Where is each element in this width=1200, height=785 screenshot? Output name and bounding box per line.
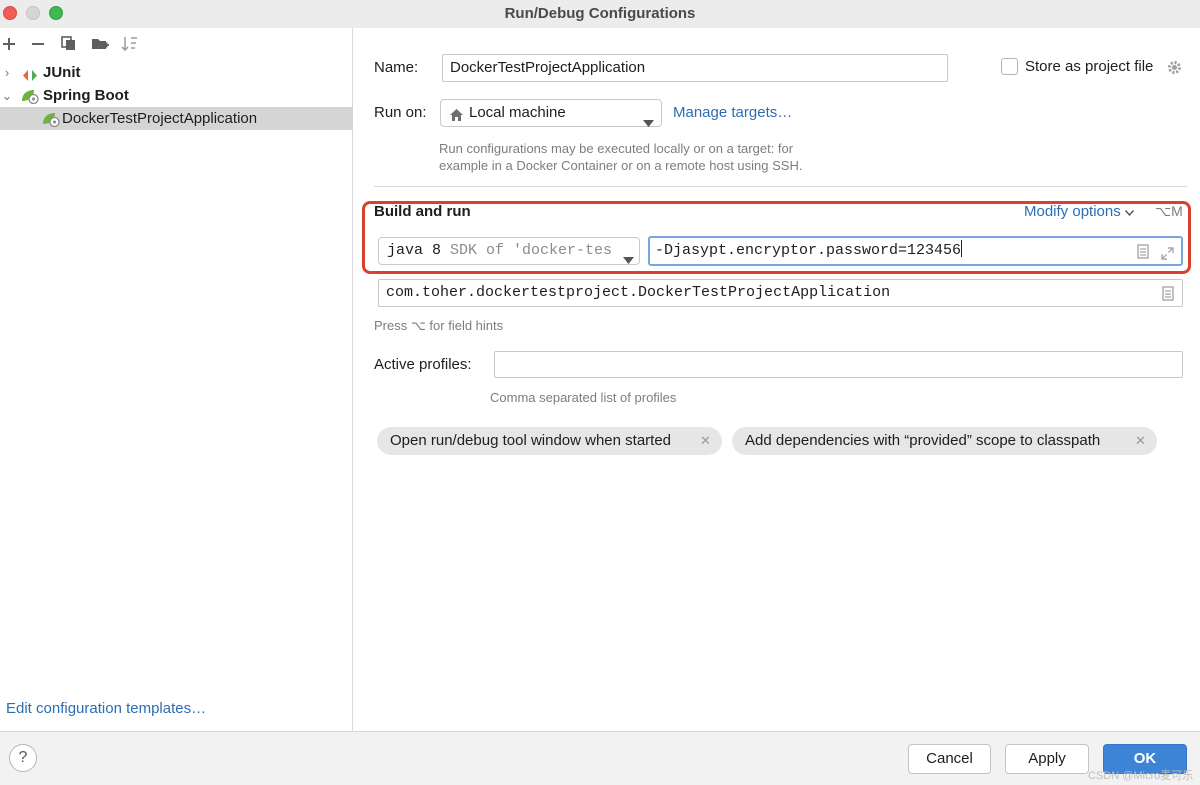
- minus-icon[interactable]: [30, 36, 46, 54]
- tree-item-label: JUnit: [43, 64, 81, 81]
- active-profiles-label: Active profiles:: [374, 356, 472, 373]
- dropdown-arrow-icon: [643, 110, 654, 136]
- field-hints-text: Press ⌥ for field hints: [374, 318, 504, 333]
- plus-icon[interactable]: [1, 36, 17, 54]
- modify-options-link[interactable]: Modify options: [1024, 203, 1134, 220]
- jdk-select[interactable]: java 8 SDK of 'docker-tes: [378, 237, 640, 265]
- active-profiles-hint: Comma separated list of profiles: [490, 390, 677, 405]
- modify-options-shortcut: ⌥M: [1155, 203, 1183, 219]
- option-chip-label: Open run/debug tool window when started: [390, 432, 672, 449]
- close-icon[interactable]: ✕: [700, 427, 711, 455]
- dropdown-arrow-icon: [623, 248, 637, 264]
- name-field[interactable]: DockerTestProjectApplication: [442, 54, 948, 82]
- section-divider: [374, 186, 1187, 187]
- active-profiles-field[interactable]: [494, 351, 1183, 378]
- tree-item-label: DockerTestProjectApplication: [62, 110, 258, 127]
- expand-icon[interactable]: [1161, 244, 1174, 270]
- manage-targets-link[interactable]: Manage targets…: [673, 104, 792, 121]
- main-class-field[interactable]: com.toher.dockertestproject.DockerTestPr…: [378, 279, 1183, 307]
- document-icon[interactable]: [1162, 285, 1174, 311]
- modify-options-label: Modify options: [1024, 203, 1121, 220]
- name-label: Name:: [374, 59, 419, 76]
- copy-icon[interactable]: [60, 36, 76, 54]
- edit-configuration-templates-link[interactable]: Edit configuration templates…: [6, 700, 206, 717]
- main-class-value: com.toher.dockertestproject.DockerTestPr…: [386, 284, 891, 301]
- jdk-value: java 8 SDK of 'docker-tes: [387, 238, 612, 264]
- build-and-run-title: Build and run: [374, 203, 471, 220]
- tree-item-spring-boot[interactable]: ⌄ Spring Boot: [0, 84, 353, 107]
- run-on-label: Run on:: [374, 104, 427, 121]
- chevron-right-icon[interactable]: ›: [0, 61, 14, 84]
- store-as-project-file-checkbox[interactable]: [1001, 58, 1018, 75]
- tree-item-junit[interactable]: › JUnit: [0, 61, 353, 84]
- apply-button[interactable]: Apply: [1005, 744, 1089, 774]
- jdk-detail: SDK of 'docker-tes: [450, 242, 613, 259]
- option-chip-label: Add dependencies with “provided” scope t…: [745, 432, 1101, 449]
- cancel-button[interactable]: Cancel: [908, 744, 991, 774]
- document-icon[interactable]: [1137, 243, 1149, 269]
- home-icon: [449, 105, 464, 131]
- store-as-project-file-label: Store as project file: [1025, 58, 1154, 75]
- run-on-value: Local machine: [469, 104, 566, 121]
- vm-options-value: -Djasypt.encryptor.password=123456: [655, 242, 962, 259]
- gear-icon[interactable]: [1166, 59, 1183, 80]
- option-chip[interactable]: Open run/debug tool window when started …: [377, 427, 722, 455]
- run-on-select[interactable]: Local machine: [440, 99, 662, 127]
- title-bar: Run/Debug Configurations: [0, 0, 1200, 28]
- text-cursor: [961, 240, 963, 257]
- window-title: Run/Debug Configurations: [504, 5, 696, 22]
- chevron-down-icon[interactable]: ⌄: [0, 84, 14, 107]
- run-on-hint-line-2: example in a Docker Container or on a re…: [439, 158, 803, 173]
- tree-item-label: Spring Boot: [43, 87, 129, 104]
- tree-item-docker-test-project-application[interactable]: DockerTestProjectApplication: [0, 107, 353, 130]
- close-icon[interactable]: ✕: [1135, 427, 1146, 455]
- sort-icon[interactable]: [121, 36, 139, 54]
- spring-boot-icon: [42, 111, 60, 134]
- configurations-sidebar: › JUnit ⌄ Spring Boot DockerTestProjectA…: [0, 28, 353, 731]
- option-chip[interactable]: Add dependencies with “provided” scope t…: [732, 427, 1157, 455]
- chevron-down-icon: [1124, 203, 1134, 220]
- run-on-hint-line-1: Run configurations may be executed local…: [439, 141, 794, 156]
- vm-options-field[interactable]: -Djasypt.encryptor.password=123456: [648, 236, 1183, 266]
- help-button[interactable]: ?: [9, 744, 37, 772]
- new-folder-icon[interactable]: [91, 36, 109, 54]
- watermark: CSDN @Micro麦可乐: [1088, 770, 1194, 782]
- jdk-name: java 8: [387, 242, 442, 259]
